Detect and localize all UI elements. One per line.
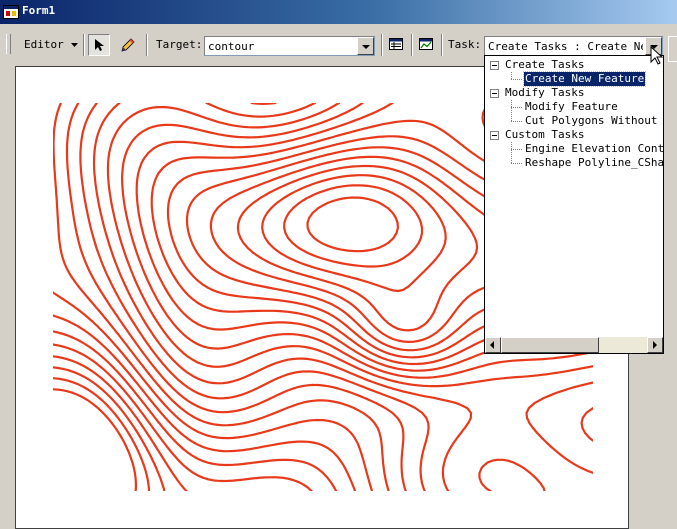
arrow-pointer-icon (95, 39, 104, 51)
sketch-properties-button[interactable] (415, 34, 437, 56)
contour-line (53, 343, 314, 491)
attributes-table-icon (389, 38, 403, 50)
scroll-left-button[interactable] (485, 337, 501, 353)
toolbar-separator (381, 34, 383, 56)
tree-connector (511, 121, 522, 122)
target-dropdown-button[interactable] (357, 37, 374, 55)
window-title: Form1 (22, 4, 56, 17)
select-tool-button[interactable] (88, 34, 110, 56)
toolbar-separator (411, 34, 413, 56)
task-label: Task: (448, 38, 482, 51)
horizontal-scrollbar[interactable] (485, 337, 663, 353)
tree-group-node[interactable]: Create Tasks (505, 58, 584, 72)
tree-collapse-button[interactable] (490, 131, 499, 140)
scroll-right-button[interactable] (647, 337, 663, 353)
target-value: contour (208, 40, 255, 53)
tree-task-node[interactable]: Reshape Polyline_CSharp (524, 156, 663, 170)
tree-connector (511, 72, 512, 79)
task-dropdown-tree[interactable]: Create Tasks Create New Feature Modify Tas… (484, 55, 664, 354)
scroll-thumb[interactable] (501, 337, 599, 353)
toolbar-separator (146, 34, 148, 56)
form-icon (3, 5, 19, 19)
toolbar-separator (83, 34, 85, 56)
attributes-button[interactable] (385, 34, 407, 56)
title-bar[interactable]: Form1 (0, 0, 677, 24)
target-label: Target: (156, 38, 203, 51)
tree-connector (511, 79, 522, 80)
contour-line (53, 388, 137, 491)
tree-collapse-button[interactable] (490, 89, 499, 98)
toolbar-separator (441, 34, 443, 56)
editor-menu-label[interactable]: Editor (24, 38, 64, 51)
tree-task-node[interactable]: Create New Feature (522, 71, 647, 87)
contour-line (53, 330, 338, 491)
tree-connector (511, 149, 522, 150)
tree-connector (511, 142, 512, 163)
contour-line (53, 314, 357, 491)
tree-connector (511, 100, 512, 121)
tree-task-node[interactable]: Cut Polygons Without Selection (524, 114, 663, 128)
pencil-icon (121, 38, 135, 52)
chevron-down-icon[interactable] (71, 43, 78, 47)
overflow-edge[interactable] (668, 36, 677, 62)
tree-connector (511, 163, 522, 164)
sketch-properties-icon (419, 38, 433, 50)
contour-line (261, 174, 447, 293)
mouse-pointer-icon (650, 46, 664, 65)
target-combobox[interactable]: contour (204, 36, 375, 56)
contour-line (306, 196, 399, 253)
tree-task-node[interactable]: Modify Feature (524, 100, 619, 114)
tree-group-node[interactable]: Custom Tasks (505, 128, 584, 142)
tree-connector (511, 107, 522, 108)
task-value: Create Tasks : Create New Feature (488, 40, 643, 53)
toolbar-grip[interactable] (6, 34, 11, 54)
sketch-tool-button[interactable] (117, 34, 139, 56)
tree-task-node[interactable]: Engine Elevation Contour (524, 142, 663, 156)
task-combobox[interactable]: Create Tasks : Create New Feature (484, 36, 663, 56)
chevron-down-icon (362, 45, 370, 49)
tree-group-node[interactable]: Modify Tasks (505, 86, 584, 100)
tree-collapse-button[interactable] (490, 61, 499, 70)
